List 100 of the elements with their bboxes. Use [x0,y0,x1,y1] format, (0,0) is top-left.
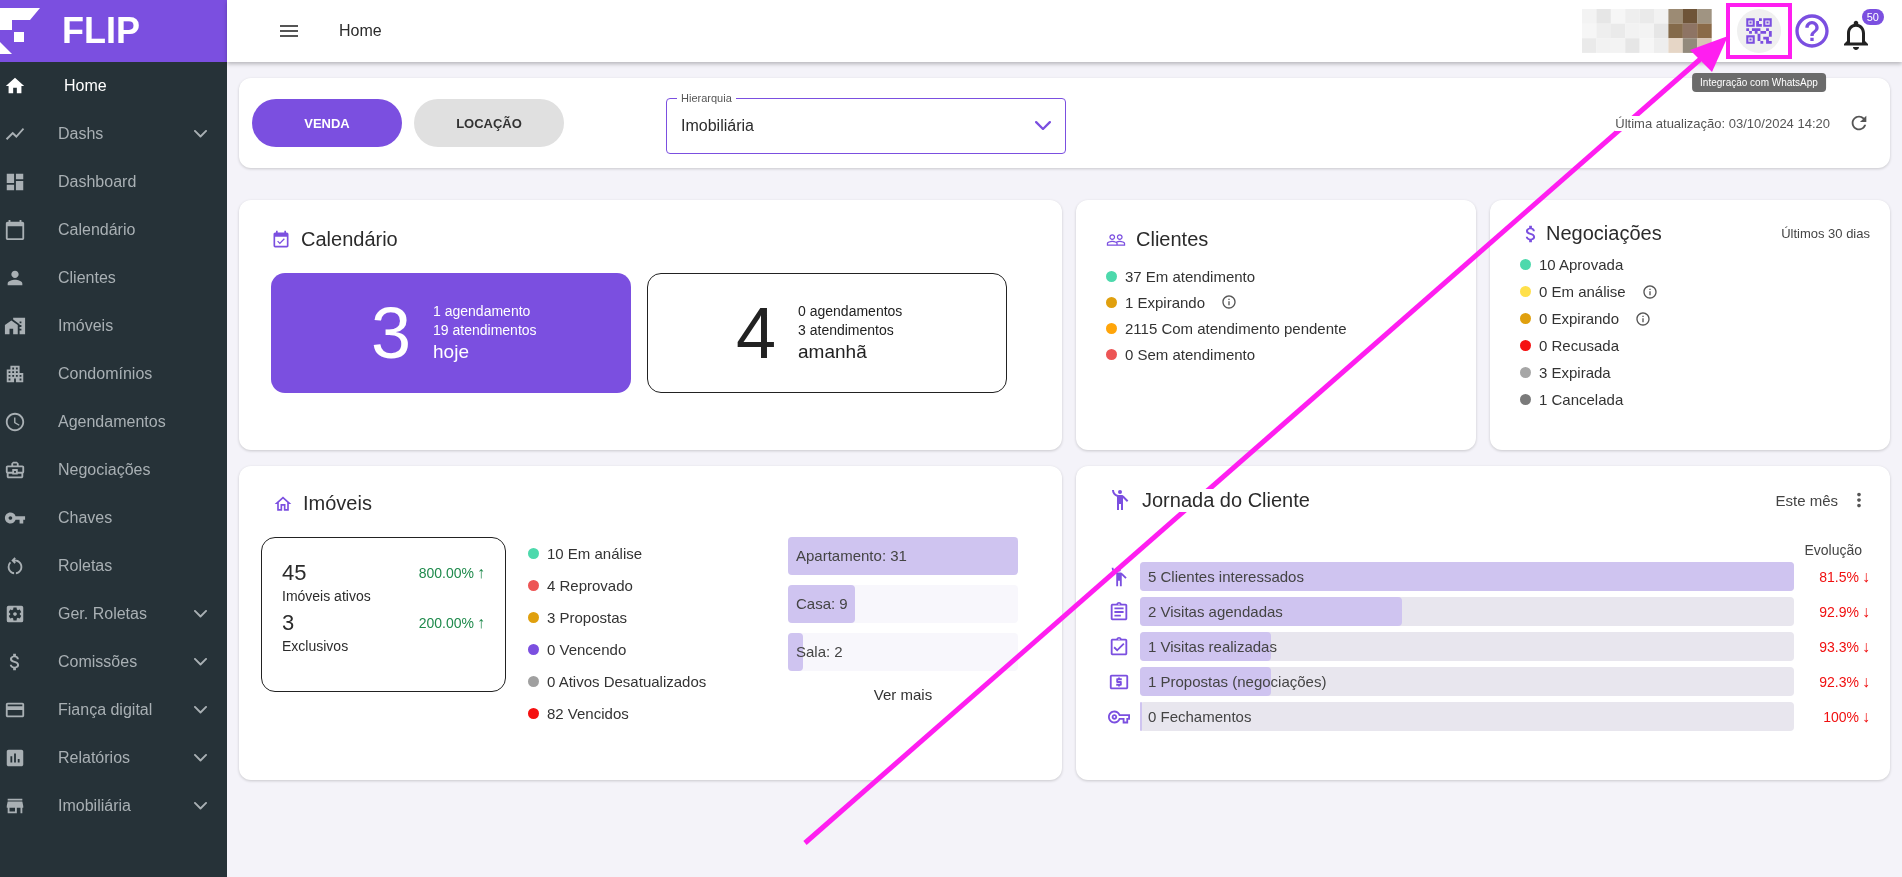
status-label: 0 Vencendo [547,640,627,658]
day-label: amanhã [798,341,868,363]
brand-name: FLIP [62,10,140,52]
day-count: 3 [371,292,412,374]
notifications-button[interactable]: 50 [1838,9,1884,53]
clock-icon [4,411,26,433]
evolution-value: 92.9% [1819,603,1859,620]
bar-chart-icon [4,747,26,769]
see-more-link[interactable]: Ver mais [867,685,939,704]
hierarchy-select[interactable]: Hierarquia Imobiliária [666,92,1066,154]
building-icon [4,363,26,385]
briefcase-icon [4,459,26,481]
day-label: hoje [433,341,470,363]
stat-value: 3 [282,610,296,636]
status-label: 3 Propostas [547,608,628,626]
trend-arrow: ↓ [1862,602,1870,621]
trend-arrow: ↑ [477,614,485,632]
services-count: 19 atendimentos [433,322,537,338]
card-title: Imóveis [303,492,372,515]
type-label: Apartamento: 31 [795,546,907,566]
type-label: Sala: 2 [795,642,843,662]
stat-change: 200.00% [418,615,474,631]
trend-arrow: ↑ [477,564,485,582]
status-label: 2115 Com atendimento pendente [1125,319,1347,337]
last-update-text: Última atualização: 03/10/2024 14:20 [1615,115,1830,131]
type-label: Casa: 9 [795,594,848,614]
day-count: 4 [736,292,777,374]
step-label: 1 Propostas (negociações) [1147,672,1327,692]
select-value: Imobiliária [681,116,754,135]
evolution-value: 100% [1823,708,1859,725]
status-label: 1 Expirando [1125,293,1206,311]
trend-arrow: ↓ [1862,672,1870,691]
status-label: 0 Recusada [1539,337,1620,354]
status-label: 10 Aprovada [1539,256,1624,273]
stat-label: Exclusivos [282,638,350,654]
sidebar-item[interactable]: Calendário [0,206,227,254]
status-label: 0 Em análise [1539,283,1626,300]
gear-icon [4,603,26,625]
sidebar-item[interactable]: Relatórios [0,734,227,782]
status-label: 0 Ativos Desatualizados [547,672,707,690]
sidebar-item[interactable]: Fiança digital [0,686,227,734]
sidebar-item[interactable]: Condomínios [0,350,227,398]
step-label: 2 Visitas agendadas [1147,602,1283,622]
card-title: Jornada do Cliente [1142,488,1310,512]
notification-count: 50 [1861,9,1884,25]
status-label: 1 Cancelada [1539,391,1624,408]
schedules-count: 0 agendamentos [798,303,903,319]
tooltip: Integração com WhatsApp [1692,73,1826,92]
mode-toggle[interactable]: VENDA [252,99,402,147]
trend-arrow: ↓ [1862,567,1870,586]
evolution-value: 92.3% [1819,673,1859,690]
evolution-value: 81.5% [1819,568,1859,585]
stat-change: 800.00% [418,565,474,581]
chevron-down-icon [1035,120,1051,131]
sidebar-item[interactable]: Chaves [0,494,227,542]
day-summary-card[interactable]: 3 1 agendamento 19 atendimentos hoje [271,273,631,393]
step-label: 0 Fechamentos [1147,707,1252,727]
sidebar-item[interactable]: Imobiliária [0,782,227,830]
status-label: 0 Expirando [1539,310,1620,327]
sidebar-item[interactable]: Negociações [0,446,227,494]
status-label: 4 Reprovado [547,576,633,594]
status-label: 3 Expirada [1539,364,1611,381]
evolution-value: 93.3% [1819,638,1859,655]
period-label: Últimos 30 dias [1781,226,1870,241]
field-label: Hierarquia [680,92,733,104]
help-button[interactable] [1792,11,1832,51]
dashboard-icon [4,171,26,193]
schedules-count: 1 agendamento [433,303,532,319]
period-label: Este mês [1775,491,1838,509]
calendar-icon [4,219,26,241]
card-title: Calendário [301,228,398,251]
sidebar-item[interactable]: Ger. Roletas [0,590,227,638]
sidebar-item[interactable]: Roletas [0,542,227,590]
stat-value: 45 [282,560,308,586]
logo-icon [0,8,40,54]
sidebar-item[interactable]: Comissões [0,638,227,686]
sidebar-item[interactable]: Dashboard [0,158,227,206]
status-label: 0 Sem atendimento [1125,345,1256,363]
trend-arrow: ↓ [1862,707,1870,726]
page-title: Home [339,22,383,40]
stat-label: Imóveis ativos [282,588,372,604]
status-label: 37 Em atendimento [1125,267,1256,285]
status-label: 10 Em análise [547,544,643,562]
sidebar-item[interactable]: Agendamentos [0,398,227,446]
calendar-check-icon [271,229,291,250]
sidebar-item[interactable]: Imóveis [0,302,227,350]
day-summary-card[interactable]: 4 0 agendamentos 3 atendimentos amanhã [647,273,1007,393]
sidebar-item[interactable]: Home [0,62,227,110]
card-title: Clientes [1136,228,1209,251]
sidebar-item[interactable]: Clientes [0,254,227,302]
card-title: Negociações [1546,222,1662,245]
step-label: 1 Visitas realizadas [1147,637,1277,657]
sidebar-item[interactable]: Dashs [0,110,227,158]
trend-arrow: ↓ [1862,637,1870,656]
buildings-icon [4,315,26,337]
column-header: Evolução [1803,542,1862,558]
status-label: 82 Vencidos [547,704,629,722]
step-label: 5 Clientes interessados [1147,567,1304,587]
mode-toggle[interactable]: LOCAÇÃO [414,99,564,147]
services-count: 3 atendimentos [798,322,895,338]
